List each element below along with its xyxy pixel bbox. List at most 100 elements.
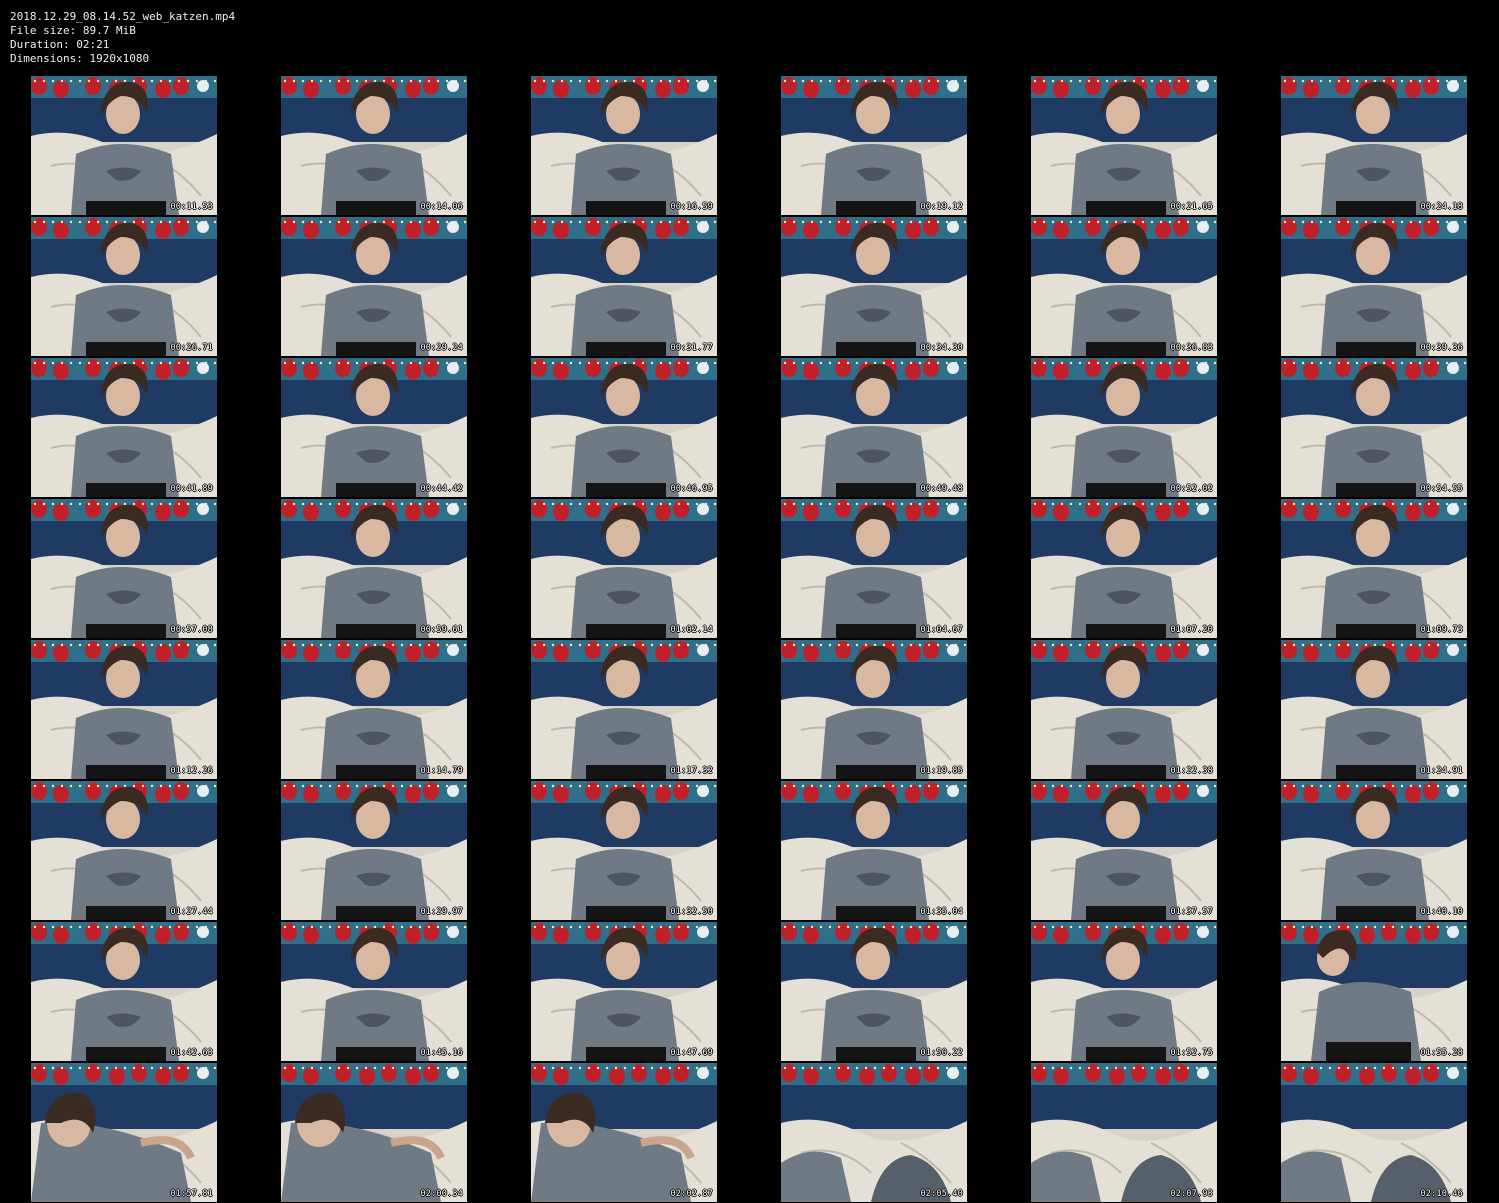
thumbnail-timestamp: 01:40.10 [1420, 907, 1463, 917]
video-thumbnail: 01:02.14 [531, 499, 717, 638]
video-thumbnail: 00:46.95 [531, 358, 717, 497]
thumbnail-frame [781, 499, 967, 638]
thumbnail-timestamp: 01:14.79 [420, 766, 463, 776]
thumbnail-frame [1281, 217, 1467, 356]
duration: Duration: 02:21 [10, 38, 110, 51]
thumbnail-frame [1281, 781, 1467, 920]
thumbnail-timestamp: 01:19.85 [920, 766, 963, 776]
video-thumbnail: 01:12.26 [31, 640, 217, 779]
video-thumbnail: 00:41.89 [31, 358, 217, 497]
thumbnail-frame [1031, 1063, 1217, 1202]
thumbnail-timestamp: 01:04.67 [920, 625, 963, 635]
thumbnail-timestamp: 01:47.69 [670, 1048, 713, 1058]
thumbnail-timestamp: 00:54.55 [1420, 484, 1463, 494]
thumbnail-timestamp: 00:59.61 [420, 625, 463, 635]
video-thumbnail: 00:21.65 [1031, 76, 1217, 215]
thumbnail-frame [531, 922, 717, 1061]
video-thumbnail: 00:11.53 [31, 76, 217, 215]
thumbnail-frame [31, 358, 217, 497]
thumbnail-timestamp: 01:12.26 [170, 766, 213, 776]
thumbnail-frame [1281, 76, 1467, 215]
file-size: File size: 89.7 MiB [10, 24, 136, 37]
thumbnail-frame [281, 499, 467, 638]
thumbnail-timestamp: 00:31.77 [670, 343, 713, 353]
thumbnail-frame [31, 640, 217, 779]
thumbnail-timestamp: 01:02.14 [670, 625, 713, 635]
thumbnail-frame [1281, 922, 1467, 1061]
video-thumbnail: 01:40.10 [1281, 781, 1467, 920]
thumbnail-frame [531, 781, 717, 920]
thumbnail-frame [781, 1063, 967, 1202]
video-thumbnail: 01:27.44 [31, 781, 217, 920]
thumbnail-frame [1281, 640, 1467, 779]
thumbnail-frame [781, 640, 967, 779]
thumbnail-frame [281, 1063, 467, 1202]
thumbnail-timestamp: 00:11.53 [170, 202, 213, 212]
video-thumbnail: 00:44.42 [281, 358, 467, 497]
thumbnail-frame [1281, 499, 1467, 638]
thumbnail-timestamp: 00:14.06 [420, 202, 463, 212]
thumbnail-timestamp: 00:39.36 [1420, 343, 1463, 353]
thumbnail-timestamp: 00:49.48 [920, 484, 963, 494]
video-thumbnail: 00:14.06 [281, 76, 467, 215]
video-thumbnail: 00:57.08 [31, 499, 217, 638]
thumbnail-timestamp: 00:36.83 [1170, 343, 1213, 353]
video-thumbnail: 00:52.02 [1031, 358, 1217, 497]
thumbnail-frame [1031, 640, 1217, 779]
thumbnail-timestamp: 00:41.89 [170, 484, 213, 494]
thumbnail-timestamp: 00:29.24 [420, 343, 463, 353]
thumbnail-frame [531, 76, 717, 215]
video-thumbnail: 00:19.12 [781, 76, 967, 215]
thumbnail-frame [31, 76, 217, 215]
thumbnail-timestamp: 01:37.57 [1170, 907, 1213, 917]
thumbnail-timestamp: 01:35.04 [920, 907, 963, 917]
thumbnail-timestamp: 01:50.22 [920, 1048, 963, 1058]
video-thumbnail: 02:05.40 [781, 1063, 967, 1202]
video-thumbnail: 01:09.73 [1281, 499, 1467, 638]
video-thumbnail: 01:07.20 [1031, 499, 1217, 638]
thumbnail-frame [31, 217, 217, 356]
video-thumbnail: 01:42.63 [31, 922, 217, 1061]
video-thumbnail: 02:00.34 [281, 1063, 467, 1202]
thumbnail-timestamp: 01:24.91 [1420, 766, 1463, 776]
file-info: 2018.12.29_08.14.52_web_katzen.mp4 File s… [10, 10, 235, 66]
thumbnail-frame [281, 358, 467, 497]
thumbnail-frame [31, 1063, 217, 1202]
video-thumbnail: 01:14.79 [281, 640, 467, 779]
video-thumbnail: 01:37.57 [1031, 781, 1217, 920]
video-thumbnail: 01:57.81 [31, 1063, 217, 1202]
video-thumbnail: 01:24.91 [1281, 640, 1467, 779]
thumbnail-frame [781, 217, 967, 356]
thumbnail-timestamp: 02:07.93 [1170, 1189, 1213, 1199]
video-thumbnail: 01:47.69 [531, 922, 717, 1061]
thumbnail-frame [531, 1063, 717, 1202]
thumbnail-timestamp: 00:19.12 [920, 202, 963, 212]
video-thumbnail: 00:26.71 [31, 217, 217, 356]
thumbnail-timestamp: 01:45.16 [420, 1048, 463, 1058]
thumbnail-frame [281, 76, 467, 215]
thumbnail-timestamp: 01:29.97 [420, 907, 463, 917]
video-thumbnail: 01:32.50 [531, 781, 717, 920]
thumbnail-frame [531, 217, 717, 356]
video-thumbnail: 00:31.77 [531, 217, 717, 356]
thumbnail-timestamp: 02:10.46 [1420, 1189, 1463, 1199]
video-thumbnail: 01:17.32 [531, 640, 717, 779]
thumbnail-timestamp: 02:02.87 [670, 1189, 713, 1199]
thumbnail-frame [781, 922, 967, 1061]
thumbnail-frame [781, 76, 967, 215]
thumbnail-frame [31, 499, 217, 638]
video-thumbnail: 02:10.46 [1281, 1063, 1467, 1202]
video-thumbnail: 00:54.55 [1281, 358, 1467, 497]
thumbnail-frame [781, 358, 967, 497]
thumbnail-timestamp: 00:16.59 [670, 202, 713, 212]
video-thumbnail: 01:52.75 [1031, 922, 1217, 1061]
thumbnail-frame [781, 781, 967, 920]
video-thumbnail: 00:36.83 [1031, 217, 1217, 356]
thumbnail-frame [1031, 499, 1217, 638]
thumbnail-timestamp: 01:09.73 [1420, 625, 1463, 635]
thumbnail-frame [531, 640, 717, 779]
thumbnail-frame [1031, 358, 1217, 497]
video-thumbnail: 01:04.67 [781, 499, 967, 638]
thumbnail-frame [31, 781, 217, 920]
video-thumbnail: 00:39.36 [1281, 217, 1467, 356]
